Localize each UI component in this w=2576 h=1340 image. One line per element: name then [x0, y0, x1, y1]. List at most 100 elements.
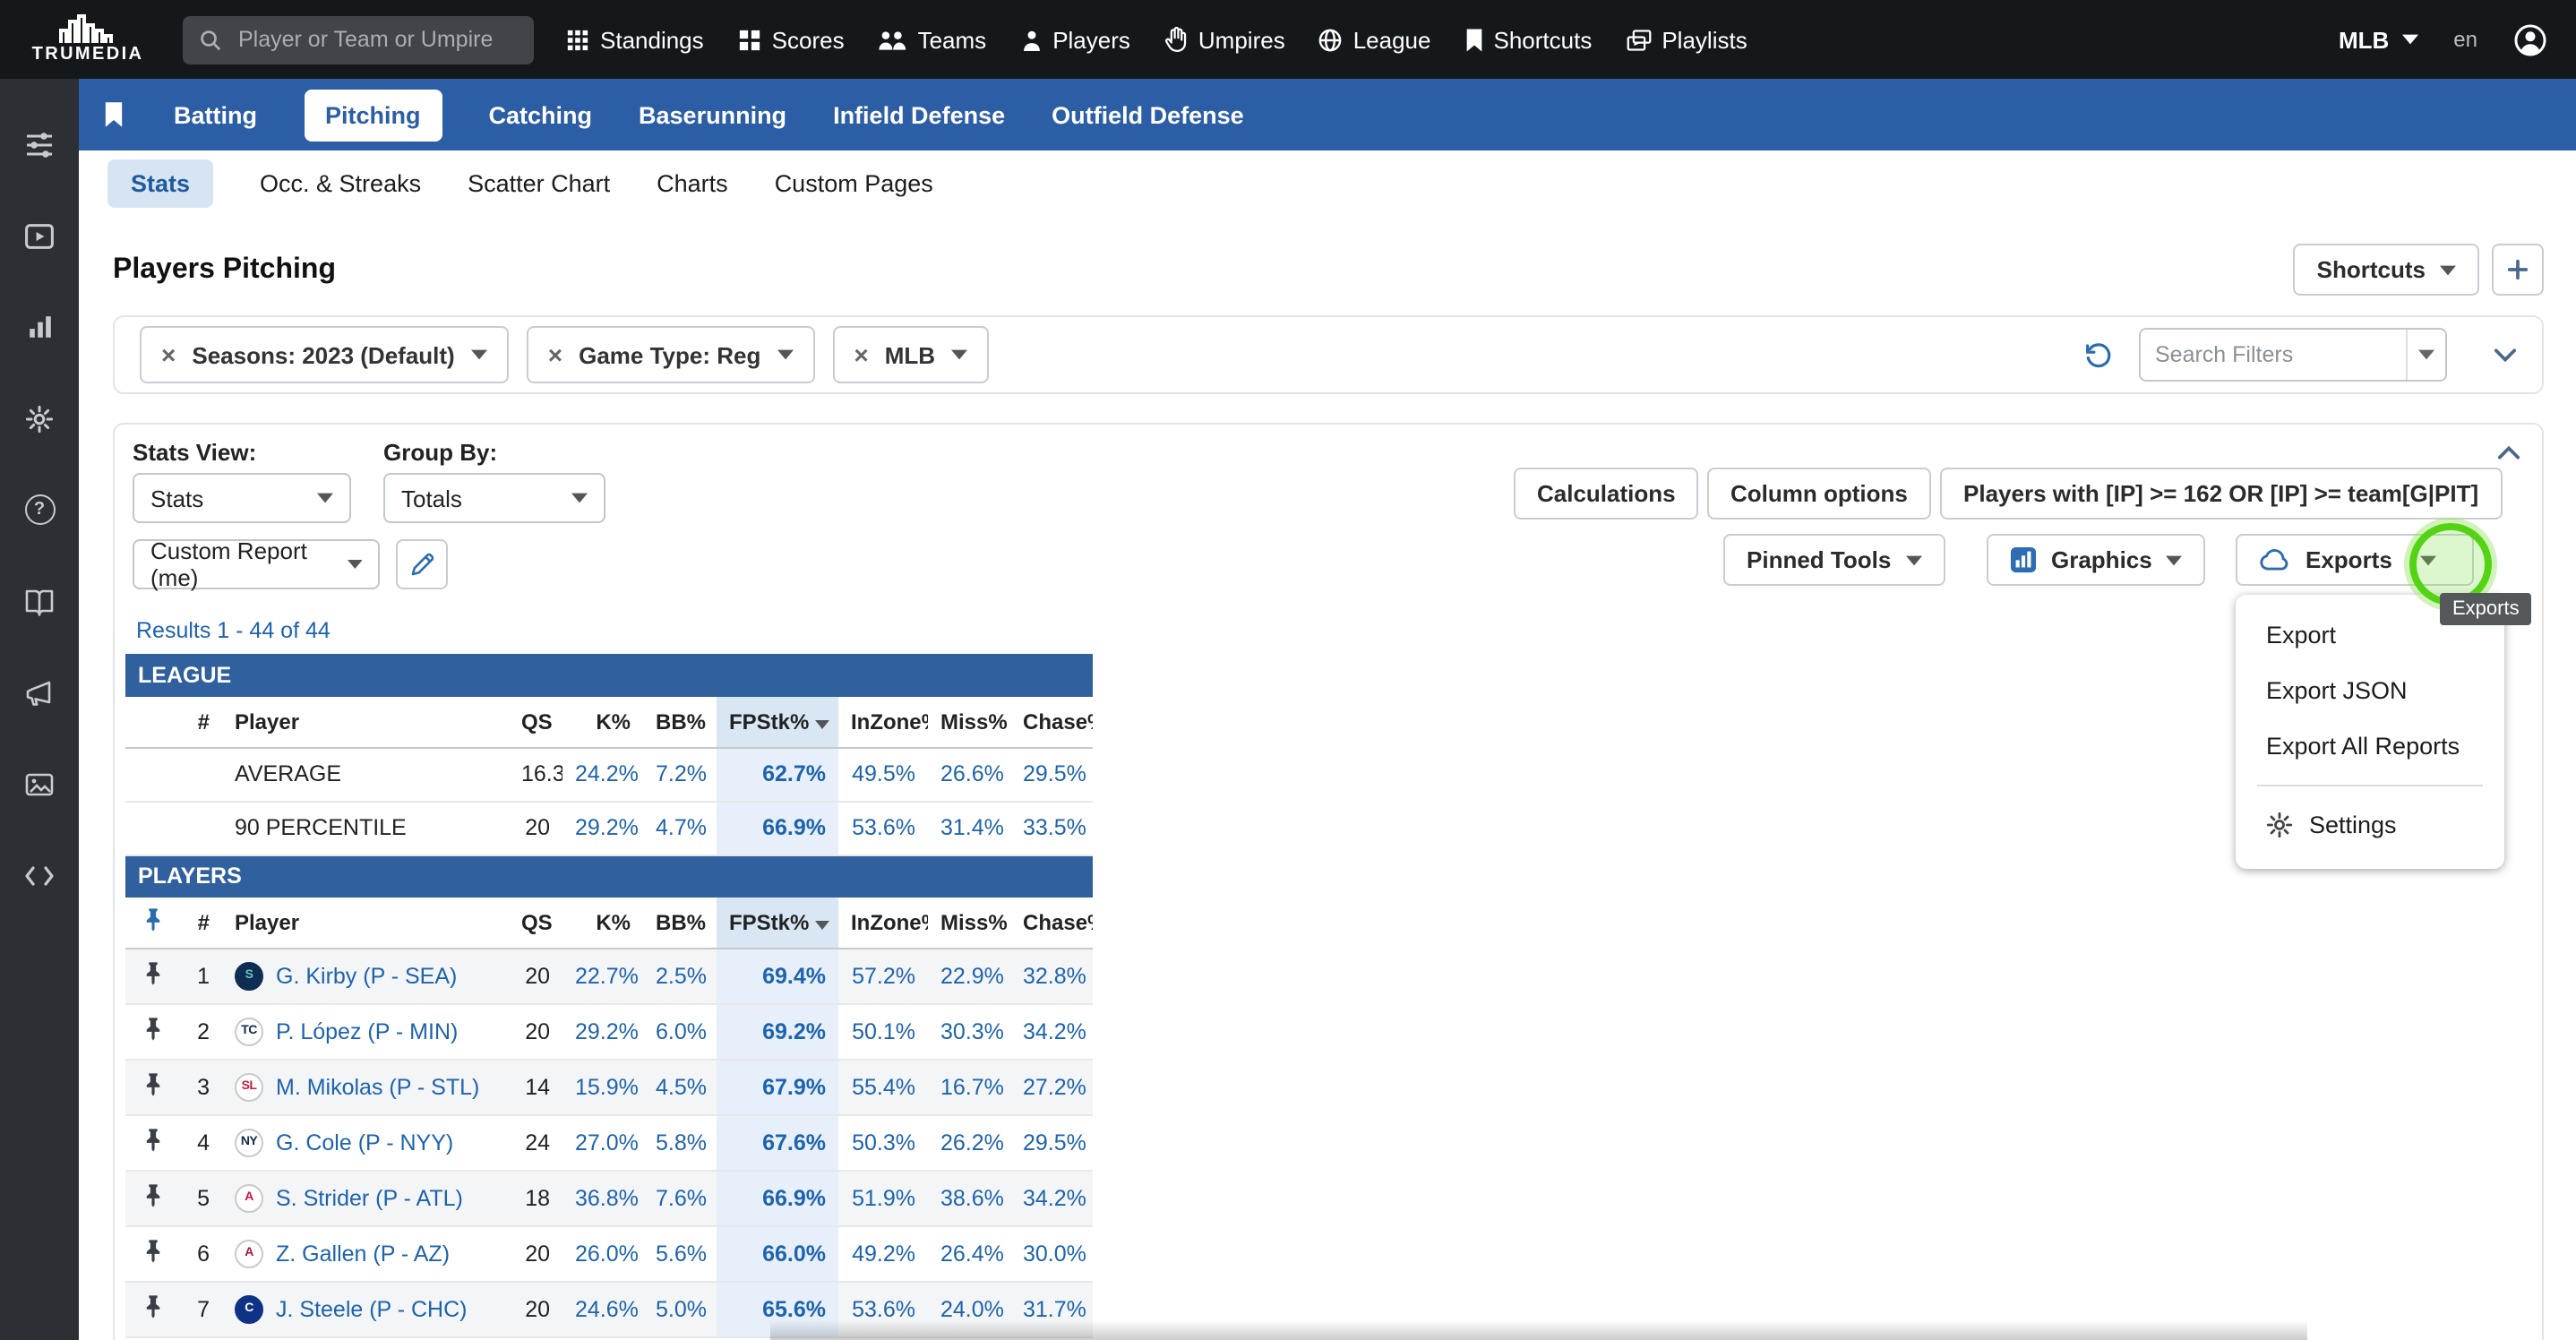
miss-value[interactable]: 30.3% [928, 1003, 1010, 1059]
pinned-tools-dropdown-button[interactable]: Pinned Tools [1723, 534, 1945, 586]
fpstk-value[interactable]: 66.0% [717, 1225, 838, 1281]
bb-value[interactable]: 5.0% [643, 1281, 717, 1336]
col-qs[interactable]: QS [509, 697, 562, 748]
graphics-dropdown-button[interactable]: Graphics [1987, 534, 2206, 586]
remove-filter-icon[interactable]: × [161, 340, 176, 369]
filter-chip-game-type[interactable]: × Game Type: Reg [526, 326, 815, 383]
global-search[interactable] [183, 15, 534, 64]
bb-value[interactable]: 6.0% [643, 1003, 717, 1059]
remove-filter-icon[interactable]: × [854, 340, 868, 369]
k-value[interactable]: 27.0% [562, 1114, 643, 1170]
k-value[interactable]: 15.9% [562, 1059, 643, 1114]
nav-players[interactable]: Players [1020, 26, 1130, 53]
filter-chip-seasons[interactable]: × Seasons: 2023 (Default) [140, 326, 509, 383]
league-selector[interactable]: MLB [2339, 26, 2417, 53]
miss-value[interactable]: 22.9% [928, 948, 1010, 1003]
remove-filter-icon[interactable]: × [548, 340, 562, 369]
global-search-input[interactable] [235, 25, 518, 54]
group-by-select[interactable]: Totals [383, 473, 605, 523]
bb-value[interactable]: 7.6% [643, 1170, 717, 1225]
col-inzone[interactable]: InZone% [838, 697, 928, 748]
col-k[interactable]: K% [562, 697, 643, 748]
sidebar-video-button[interactable] [0, 190, 79, 281]
miss-value[interactable]: 26.6% [928, 747, 1010, 801]
pin-button[interactable] [125, 1114, 179, 1170]
sidebar-filters-button[interactable] [0, 99, 79, 190]
miss-value[interactable]: 16.7% [928, 1059, 1010, 1114]
exports-caret-icon[interactable] [2421, 554, 2437, 565]
bb-value[interactable]: 5.6% [643, 1225, 717, 1281]
player-link[interactable]: G. Cole (P - NYY) [276, 1130, 453, 1155]
chase-value[interactable]: 32.8% [1010, 948, 1093, 1003]
results-summary[interactable]: Results 1 - 44 of 44 [136, 618, 331, 643]
bb-value[interactable]: 7.2% [643, 747, 717, 801]
search-filters-caret[interactable] [2406, 330, 2445, 380]
inzone-value[interactable]: 49.2% [838, 1225, 928, 1281]
pin-button[interactable] [125, 1225, 179, 1281]
miss-value[interactable]: 31.4% [928, 801, 1010, 855]
tab-stats[interactable]: Stats [107, 159, 214, 208]
col-chase[interactable]: Chase% [1010, 697, 1093, 748]
nav-teams[interactable]: Teams [879, 26, 986, 53]
menu-item-export-json[interactable]: Export JSON [2236, 663, 2504, 718]
bb-value[interactable]: 5.8% [643, 1114, 717, 1170]
chase-value[interactable]: 29.5% [1010, 1114, 1093, 1170]
fpstk-value[interactable]: 67.6% [717, 1114, 838, 1170]
player-link[interactable]: G. Kirby (P - SEA) [276, 963, 457, 988]
tab-catching[interactable]: Catching [489, 101, 593, 128]
nav-league[interactable]: League [1319, 26, 1431, 53]
menu-item-settings[interactable]: Settings [2236, 797, 2504, 853]
tab-scatter-chart[interactable]: Scatter Chart [468, 170, 610, 197]
tab-occ-streaks[interactable]: Occ. & Streaks [260, 170, 421, 197]
fpstk-value[interactable]: 66.9% [717, 1170, 838, 1225]
col-inzone[interactable]: InZone% [838, 898, 928, 949]
col-player[interactable]: Player [222, 697, 509, 748]
col-k[interactable]: K% [562, 898, 643, 949]
locale-indicator[interactable]: en [2453, 27, 2477, 52]
pin-button[interactable] [125, 948, 179, 1003]
tab-charts[interactable]: Charts [657, 170, 728, 197]
sidebar-announcements-button[interactable] [0, 647, 79, 738]
filter-chip-league[interactable]: × MLB [832, 326, 990, 383]
k-value[interactable]: 24.6% [562, 1281, 643, 1336]
k-value[interactable]: 24.2% [562, 747, 643, 801]
stats-view-select[interactable]: Stats [133, 473, 351, 523]
miss-value[interactable]: 26.4% [928, 1225, 1010, 1281]
fpstk-value[interactable]: 69.2% [717, 1003, 838, 1059]
inzone-value[interactable]: 50.1% [838, 1003, 928, 1059]
fpstk-value[interactable]: 65.6% [717, 1281, 838, 1336]
pin-button[interactable] [125, 1281, 179, 1336]
edit-report-button[interactable] [396, 539, 448, 589]
k-value[interactable]: 29.2% [562, 801, 643, 855]
sidebar-docs-button[interactable] [0, 555, 79, 647]
collapse-filters-chevron-icon[interactable] [2494, 348, 2517, 362]
tab-batting[interactable]: Batting [174, 101, 257, 128]
bookmark-icon[interactable] [104, 102, 124, 127]
nav-standings[interactable]: Standings [566, 26, 704, 53]
fpstk-value[interactable]: 67.9% [717, 1059, 838, 1114]
user-avatar-icon[interactable] [2513, 22, 2547, 56]
col-miss[interactable]: Miss% [928, 898, 1010, 949]
add-shortcut-button[interactable] [2492, 244, 2544, 296]
chase-value[interactable]: 31.7% [1010, 1281, 1093, 1336]
tab-pitching[interactable]: Pitching [304, 89, 442, 141]
tab-outfield-defense[interactable]: Outfield Defense [1052, 101, 1244, 128]
chase-value[interactable]: 34.2% [1010, 1170, 1093, 1225]
player-link[interactable]: Z. Gallen (P - AZ) [276, 1241, 450, 1266]
col-rank[interactable]: # [179, 898, 222, 949]
miss-value[interactable]: 24.0% [928, 1281, 1010, 1336]
pin-button[interactable] [125, 1059, 179, 1114]
inzone-value[interactable]: 57.2% [838, 948, 928, 1003]
inzone-value[interactable]: 53.6% [838, 1281, 928, 1336]
tab-baserunning[interactable]: Baserunning [639, 101, 786, 128]
player-link[interactable]: S. Strider (P - ATL) [276, 1185, 463, 1210]
col-player[interactable]: Player [222, 898, 509, 949]
bb-value[interactable]: 4.7% [643, 801, 717, 855]
miss-value[interactable]: 26.2% [928, 1114, 1010, 1170]
k-value[interactable]: 36.8% [562, 1170, 643, 1225]
col-qs[interactable]: QS [509, 898, 562, 949]
bb-value[interactable]: 2.5% [643, 948, 717, 1003]
shortcuts-dropdown-button[interactable]: Shortcuts [2293, 244, 2479, 296]
calculations-button[interactable]: Calculations [1514, 468, 1699, 520]
nav-umpires[interactable]: Umpires [1164, 26, 1285, 53]
